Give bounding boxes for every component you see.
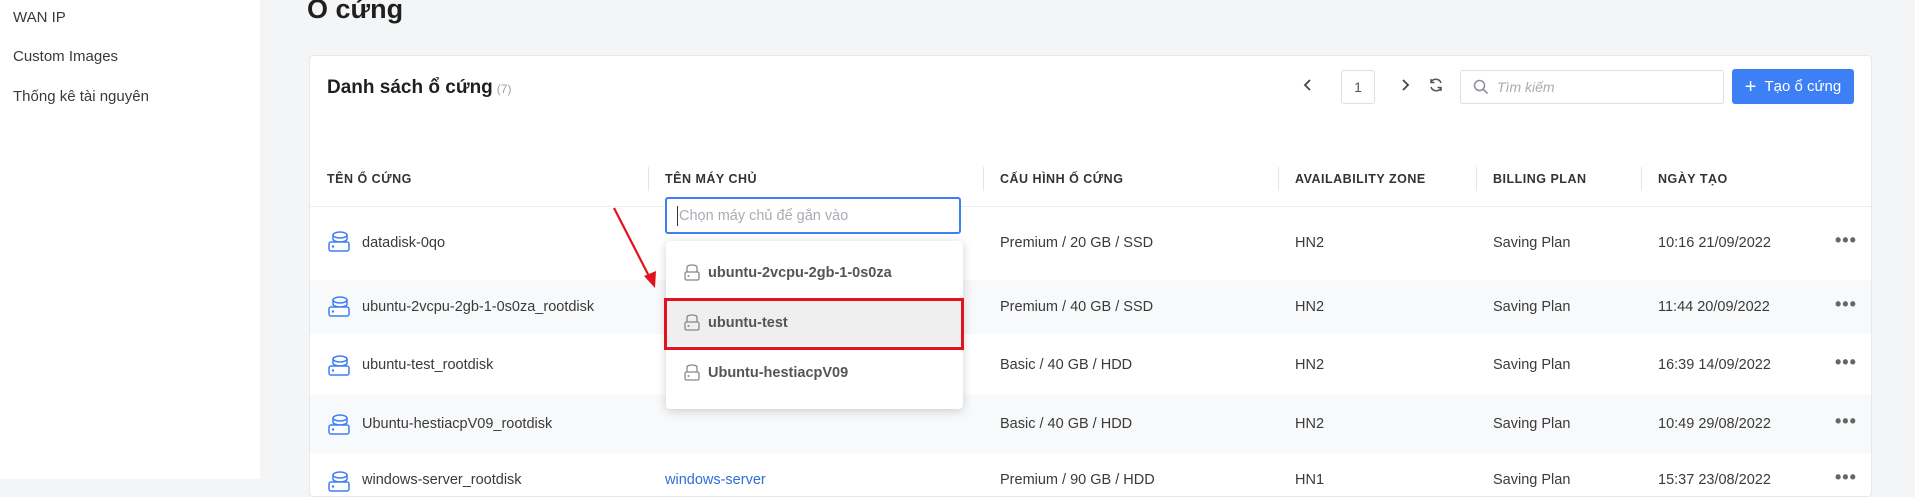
row-menu-button[interactable]: •••: [1835, 294, 1857, 315]
disk-stack-icon: [328, 414, 350, 435]
row-menu-button[interactable]: •••: [1835, 230, 1857, 251]
refresh-icon: [1430, 78, 1442, 92]
column-server-name: TÊN MÁY CHỦ: [665, 172, 758, 186]
chevron-right-icon: [1402, 79, 1410, 91]
availability-zone: HN2: [1295, 416, 1325, 432]
text-caret: [677, 206, 678, 226]
availability-zone: HN2: [1295, 357, 1325, 373]
availability-zone: HN2: [1295, 235, 1325, 251]
row-menu-button[interactable]: •••: [1835, 352, 1857, 373]
server-option-label: ubuntu-test: [708, 315, 788, 331]
disk-config: Premium / 40 GB / SSD: [1000, 299, 1154, 315]
current-page: 1: [1341, 70, 1375, 104]
disk-name[interactable]: windows-server_rootdisk: [362, 472, 522, 488]
create-disk-button[interactable]: + Tạo ổ cứng: [1732, 69, 1854, 104]
server-option[interactable]: ubuntu-2vcpu-2gb-1-0s0za: [666, 250, 963, 296]
disk-config: Premium / 90 GB / HDD: [1000, 472, 1155, 488]
next-page-button[interactable]: [1393, 68, 1417, 102]
column-availability-zone: AVAILABILITY ZONE: [1295, 172, 1426, 186]
server-dropdown: ubuntu-2vcpu-2gb-1-0s0za ubuntu-test Ubu…: [666, 241, 963, 409]
billing-plan: Saving Plan: [1493, 299, 1571, 315]
disk-stack-icon: [328, 355, 350, 376]
column-divider: [1476, 167, 1477, 191]
chevron-left-icon: [1303, 79, 1311, 91]
table-row: ubuntu-2vcpu-2gb-1-0s0za_rootdisk Premiu…: [310, 280, 1871, 334]
disk-config: Premium / 20 GB / SSD: [1000, 235, 1154, 251]
search-box: [1460, 70, 1724, 104]
column-divider: [983, 167, 984, 191]
server-option-label: Ubuntu-hestiacpV09: [708, 365, 849, 381]
column-billing-plan: BILLING PLAN: [1493, 172, 1587, 186]
created-date: 10:16 21/09/2022: [1658, 235, 1771, 251]
server-icon: [684, 364, 700, 381]
disk-stack-icon: [328, 471, 350, 492]
refresh-button[interactable]: [1423, 68, 1449, 102]
table-row: datadisk-0qo Premium / 20 GB / SSD HN2 S…: [310, 219, 1871, 270]
sidebar-item-custom-images[interactable]: Custom Images: [13, 48, 118, 65]
table-header: TÊN Ổ CỨNG TÊN MÁY CHỦ CẤU HÌNH Ổ CỨNG A…: [310, 153, 1871, 207]
row-menu-button[interactable]: •••: [1835, 411, 1857, 432]
disk-stack-icon: [328, 296, 350, 317]
search-icon: [1473, 79, 1489, 95]
card-title: Danh sách ổ cứng (7): [327, 77, 511, 99]
sidebar: WAN IP Custom Images Thống kê tài nguyên: [0, 0, 260, 479]
disk-count: (7): [496, 82, 512, 96]
sidebar-item-wan-ip[interactable]: WAN IP: [13, 9, 66, 26]
billing-plan: Saving Plan: [1493, 357, 1571, 373]
disk-name[interactable]: ubuntu-2vcpu-2gb-1-0s0za_rootdisk: [362, 299, 594, 315]
disk-config: Basic / 40 GB / HDD: [1000, 357, 1133, 373]
card-title-text: Danh sách ổ cứng: [327, 77, 493, 98]
column-disk-config: CẤU HÌNH Ổ CỨNG: [1000, 172, 1124, 186]
server-icon: [684, 264, 700, 281]
plus-icon: +: [1744, 75, 1757, 98]
column-divider: [1278, 167, 1279, 191]
created-date: 11:44 20/09/2022: [1658, 299, 1770, 315]
create-disk-label: Tạo ổ cứng: [1764, 78, 1842, 95]
billing-plan: Saving Plan: [1493, 235, 1571, 251]
created-date: 16:39 14/09/2022: [1658, 357, 1771, 373]
row-menu-button[interactable]: •••: [1835, 467, 1857, 488]
search-input[interactable]: [1495, 78, 1709, 96]
sidebar-item-resource-stats[interactable]: Thống kê tài nguyên: [13, 88, 149, 105]
disk-list-card: Danh sách ổ cứng(7) 1 + Tạo ổ cứng TÊN Ổ …: [309, 55, 1872, 497]
created-date: 15:37 23/08/2022: [1658, 472, 1771, 488]
availability-zone: HN2: [1295, 299, 1325, 315]
table-row: windows-server_rootdisk windows-server P…: [310, 453, 1871, 496]
disk-name[interactable]: ubuntu-test_rootdisk: [362, 357, 493, 373]
availability-zone: HN1: [1295, 472, 1325, 488]
server-link[interactable]: windows-server: [665, 472, 766, 488]
column-divider: [648, 167, 649, 191]
disk-stack-icon: [328, 231, 350, 252]
billing-plan: Saving Plan: [1493, 472, 1571, 488]
server-option[interactable]: Ubuntu-hestiacpV09: [666, 350, 963, 396]
disk-name[interactable]: Ubuntu-hestiacpV09_rootdisk: [362, 416, 552, 432]
disk-config: Basic / 40 GB / HDD: [1000, 416, 1133, 432]
server-option[interactable]: ubuntu-test: [666, 300, 963, 346]
column-created-date: NGÀY TẠO: [1658, 172, 1728, 186]
prev-page-button[interactable]: [1296, 68, 1320, 102]
created-date: 10:49 29/08/2022: [1658, 416, 1771, 432]
billing-plan: Saving Plan: [1493, 416, 1571, 432]
page-title: Ổ cứng: [307, 0, 404, 24]
table-row: ubuntu-test_rootdisk Basic / 40 GB / HDD…: [310, 340, 1871, 395]
server-option-label: ubuntu-2vcpu-2gb-1-0s0za: [708, 265, 892, 281]
server-select-input[interactable]: [677, 199, 951, 232]
disk-name[interactable]: datadisk-0qo: [362, 235, 445, 251]
column-divider: [1641, 167, 1642, 191]
column-disk-name: TÊN Ổ CỨNG: [327, 172, 412, 186]
table-row: Ubuntu-hestiacpV09_rootdisk Basic / 40 G…: [310, 395, 1871, 453]
server-icon: [684, 314, 700, 331]
server-select[interactable]: [665, 197, 961, 234]
